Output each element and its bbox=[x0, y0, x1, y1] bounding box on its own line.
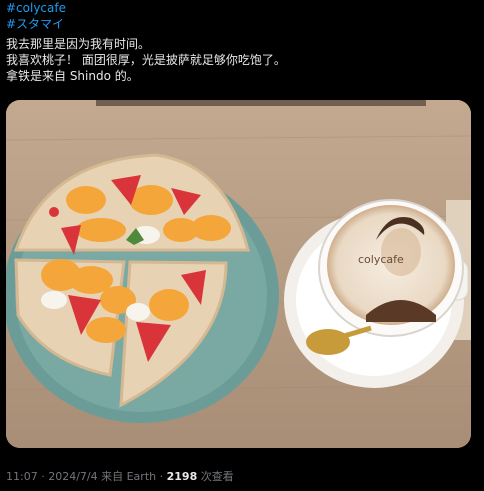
hashtag-link[interactable]: #スタマイ bbox=[6, 16, 66, 32]
tweet-text-line: 我喜欢桃子！ 面团很厚，光是披萨就足够你吃饱了。 bbox=[6, 53, 286, 67]
separator-dot: · bbox=[41, 470, 45, 483]
photo-pizza-and-latte: colycafe bbox=[6, 100, 471, 448]
hashtag-block: #colycafe #スタマイ bbox=[6, 0, 66, 32]
separator-dot: · bbox=[159, 470, 164, 483]
view-count-label: 次查看 bbox=[200, 470, 234, 483]
tweet-text-line: 拿铁是来自 Shindo 的。 bbox=[6, 69, 139, 83]
post-date[interactable]: 2024/7/4 bbox=[48, 470, 97, 483]
post-source: 来自 Earth bbox=[101, 470, 157, 483]
latte-art-text: colycafe bbox=[358, 253, 404, 266]
hashtag-link[interactable]: #colycafe bbox=[6, 0, 66, 16]
tweet-text-line: 我去那里是因为我有时间。 bbox=[6, 37, 151, 51]
tweet-metadata: 11:07 · 2024/7/4 来自 Earth · 2198 次查看 bbox=[6, 468, 234, 484]
tweet-text: 我去那里是因为我有时间。 我喜欢桃子！ 面团很厚，光是披萨就足够你吃饱了。 拿铁… bbox=[6, 36, 286, 84]
post-time: 11:07 bbox=[6, 470, 38, 483]
view-count: 2198 bbox=[166, 470, 198, 483]
tweet-photo[interactable]: colycafe bbox=[6, 100, 471, 448]
